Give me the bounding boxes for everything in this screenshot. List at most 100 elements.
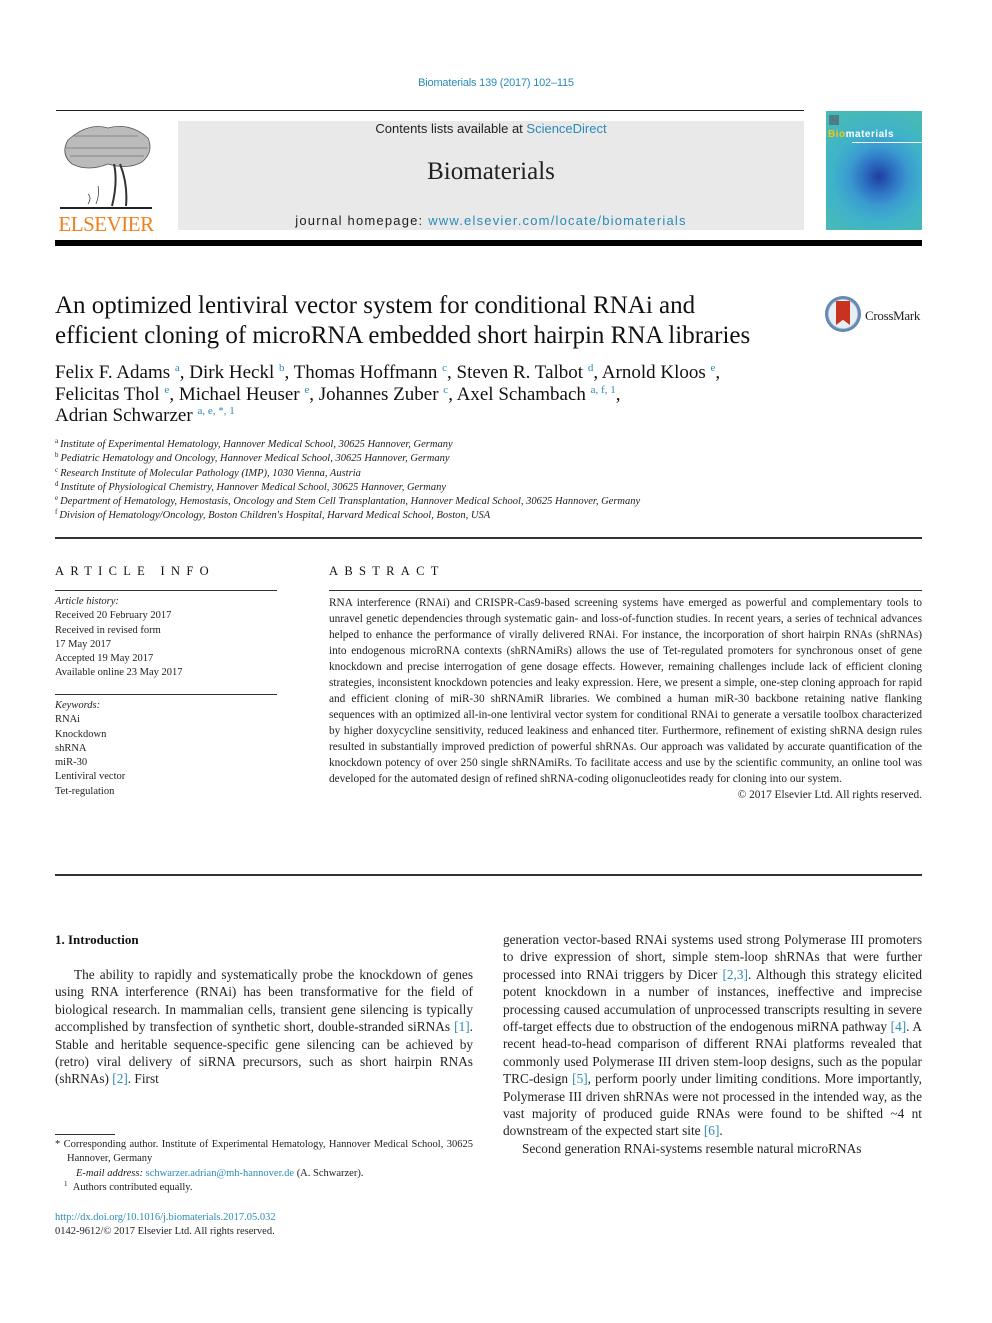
abstract-text: RNA interference (RNAi) and CRISPR-Cas9-… bbox=[329, 597, 922, 785]
abstract-copyright: © 2017 Elsevier Ltd. All rights reserved… bbox=[737, 789, 922, 801]
article-info-rule-mid bbox=[55, 694, 277, 695]
intro-paragraph-2: Second generation RNAi-systems resemble … bbox=[522, 1140, 862, 1156]
citation-ref-link[interactable]: [2,3] bbox=[722, 967, 747, 982]
author-name[interactable]: Michael Heuser bbox=[179, 384, 305, 405]
affiliation-item: f Division of Hematology/Oncology, Boston… bbox=[55, 509, 855, 523]
affiliation-item: d Institute of Physiological Chemistry, H… bbox=[55, 479, 855, 495]
article-title: An optimized lentiviral vector system fo… bbox=[55, 291, 815, 351]
author-name[interactable]: Steven R. Talbot bbox=[457, 362, 588, 383]
cover-title-bio: Bio bbox=[828, 129, 846, 140]
header-rule bbox=[56, 110, 804, 111]
section-heading-introduction: 1. Introduction bbox=[55, 932, 139, 947]
journal-citation[interactable]: Biomaterials 139 (2017) 102–115 bbox=[0, 77, 992, 89]
body-text: . First bbox=[127, 1071, 159, 1087]
abstract-rule bbox=[329, 590, 922, 591]
header-thick-rule bbox=[55, 240, 922, 246]
author-list: Felix F. Adams a, Dirk Heckl b, Thomas H… bbox=[55, 362, 721, 426]
citation-ref-link[interactable]: [2] bbox=[112, 1071, 128, 1086]
author-name[interactable]: Adrian Schwarzer bbox=[55, 405, 197, 426]
author-name[interactable]: Thomas Hoffmann bbox=[294, 362, 442, 383]
affiliation-key: d bbox=[55, 479, 59, 488]
keywords: Keywords: RNAi Knockdown shRNA miR-30 Lentiv… bbox=[55, 699, 295, 799]
body-column-right: generation vector-based RNAi systems use… bbox=[503, 931, 922, 1157]
keyword-item: shRNA bbox=[55, 742, 87, 754]
sciencedirect-link[interactable]: ScienceDirect bbox=[526, 121, 606, 136]
elsevier-tree-icon bbox=[58, 120, 154, 212]
citation-ref-link[interactable]: [1] bbox=[454, 1019, 470, 1034]
history-item: Accepted 19 May 2017 bbox=[55, 653, 154, 665]
contents-prefix: Contents lists available at bbox=[375, 121, 527, 136]
doi-link[interactable]: http://dx.doi.org/10.1016/j.biomaterials… bbox=[55, 1211, 276, 1225]
history-item: Available online 23 May 2017 bbox=[55, 667, 183, 679]
author-affiliation-marker[interactable]: c bbox=[442, 362, 447, 374]
citation-ref-link[interactable]: [4] bbox=[891, 1019, 907, 1034]
homepage-link[interactable]: www.elsevier.com/locate/biomaterials bbox=[428, 213, 687, 228]
intro-paragraph-1-cont: generation vector-based RNAi systems use… bbox=[503, 931, 922, 1140]
footnotes: * Corresponding author. Institute of Exp… bbox=[55, 1138, 473, 1195]
corresponding-author-note: * Corresponding author. Institute of Exp… bbox=[55, 1139, 473, 1165]
abstract-body: RNA interference (RNAi) and CRISPR-Cas9-… bbox=[329, 595, 922, 803]
keyword-item: miR-30 bbox=[55, 757, 88, 769]
abstract-bottom-rule bbox=[55, 874, 922, 876]
body-column-left: The ability to rapidly and systematicall… bbox=[55, 966, 473, 1088]
journal-cover-image[interactable]: Biomaterials bbox=[826, 111, 922, 230]
abstract-heading: ABSTRACT bbox=[329, 564, 445, 578]
body-text: The ability to rapidly and systematicall… bbox=[55, 967, 473, 1035]
cover-emblem-icon bbox=[829, 115, 839, 125]
author-name[interactable]: Arnold Kloos bbox=[602, 362, 711, 383]
affiliation-text: Department of Hematology, Hemostasis, On… bbox=[60, 496, 641, 508]
homepage-prefix: journal homepage: bbox=[295, 213, 429, 228]
journal-name: Biomaterials bbox=[427, 158, 555, 185]
history-items: Received 20 February 2017 Received in rev… bbox=[55, 609, 295, 680]
contents-line: Contents lists available at ScienceDirec… bbox=[178, 121, 804, 136]
email-note: E-mail address: schwarzer.adrian@mh-hann… bbox=[55, 1167, 473, 1181]
equal-contribution-note: 1 Authors contributed equally. bbox=[55, 1179, 473, 1195]
history-label: Article history: bbox=[55, 596, 119, 607]
author-affiliation-marker[interactable]: a, f, 1 bbox=[591, 384, 616, 396]
equal-text: Authors contributed equally. bbox=[72, 1181, 193, 1193]
author-affiliation-marker[interactable]: e bbox=[711, 362, 716, 374]
citation-ref-link[interactable]: [6] bbox=[704, 1123, 720, 1138]
affiliation-item: a Institute of Experimental Hematology, H… bbox=[55, 438, 855, 452]
elsevier-logo[interactable]: ELSEVIER bbox=[54, 120, 158, 236]
keyword-items: RNAi Knockdown shRNA miR-30 Lentiviral vecto… bbox=[55, 713, 295, 799]
cover-divider bbox=[852, 142, 922, 143]
affiliation-rule bbox=[55, 537, 922, 539]
author-affiliation-marker[interactable]: b bbox=[279, 362, 285, 374]
affiliation-text: Institute of Experimental Hematology, Ha… bbox=[60, 439, 453, 450]
history-item: 17 May 2017 bbox=[55, 638, 111, 650]
equal-mark: 1 bbox=[64, 1179, 68, 1188]
intro-paragraph-1: The ability to rapidly and systematicall… bbox=[55, 966, 473, 1088]
journal-banner: Contents lists available at ScienceDirec… bbox=[178, 121, 804, 230]
author-affiliation-marker[interactable]: e bbox=[164, 384, 169, 396]
author-name[interactable]: Johannes Zuber bbox=[319, 384, 444, 405]
affiliation-item: b Pediatric Hematology and Oncology, Hann… bbox=[55, 452, 855, 466]
article-info-rule-top bbox=[55, 590, 277, 591]
email-link[interactable]: schwarzer.adrian@mh-hannover.de bbox=[146, 1168, 294, 1179]
body-text: . bbox=[719, 1123, 723, 1139]
author-affiliation-marker[interactable]: d bbox=[588, 362, 594, 374]
keyword-item: Lentiviral vector bbox=[55, 771, 126, 783]
citation-ref-link[interactable]: [5] bbox=[572, 1071, 588, 1086]
footnote-rule bbox=[55, 1134, 115, 1135]
author-affiliation-marker[interactable]: a, e, *, 1 bbox=[197, 405, 234, 417]
crossmark-button[interactable]: CrossMark bbox=[825, 296, 925, 336]
author-affiliation-marker[interactable]: e bbox=[304, 384, 309, 396]
author-name[interactable]: Dirk Heckl bbox=[189, 362, 279, 383]
affiliation-text: Division of Hematology/Oncology, Boston … bbox=[59, 510, 491, 522]
keyword-item: RNAi bbox=[55, 714, 81, 726]
email-suffix: (A. Schwarzer). bbox=[294, 1167, 364, 1179]
author-affiliation-marker[interactable]: c bbox=[443, 384, 448, 396]
author-name[interactable]: Axel Schambach bbox=[457, 384, 591, 405]
article-history: Article history: Received 20 February 20… bbox=[55, 595, 295, 681]
author-affiliation-marker[interactable]: a bbox=[175, 362, 180, 374]
email-label: E-mail address: bbox=[76, 1167, 146, 1179]
affiliation-text: Research Institute of Molecular Patholog… bbox=[60, 467, 361, 479]
author-name[interactable]: Felix F. Adams bbox=[55, 362, 175, 383]
cover-title: Biomaterials bbox=[828, 129, 894, 140]
homepage-line: journal homepage: www.elsevier.com/locat… bbox=[178, 213, 804, 228]
affiliation-key: e bbox=[55, 494, 59, 503]
cover-title-rest: materials bbox=[845, 129, 895, 140]
affiliation-item: c Research Institute of Molecular Patholo… bbox=[55, 466, 855, 481]
author-name[interactable]: Felicitas Thol bbox=[55, 384, 164, 405]
